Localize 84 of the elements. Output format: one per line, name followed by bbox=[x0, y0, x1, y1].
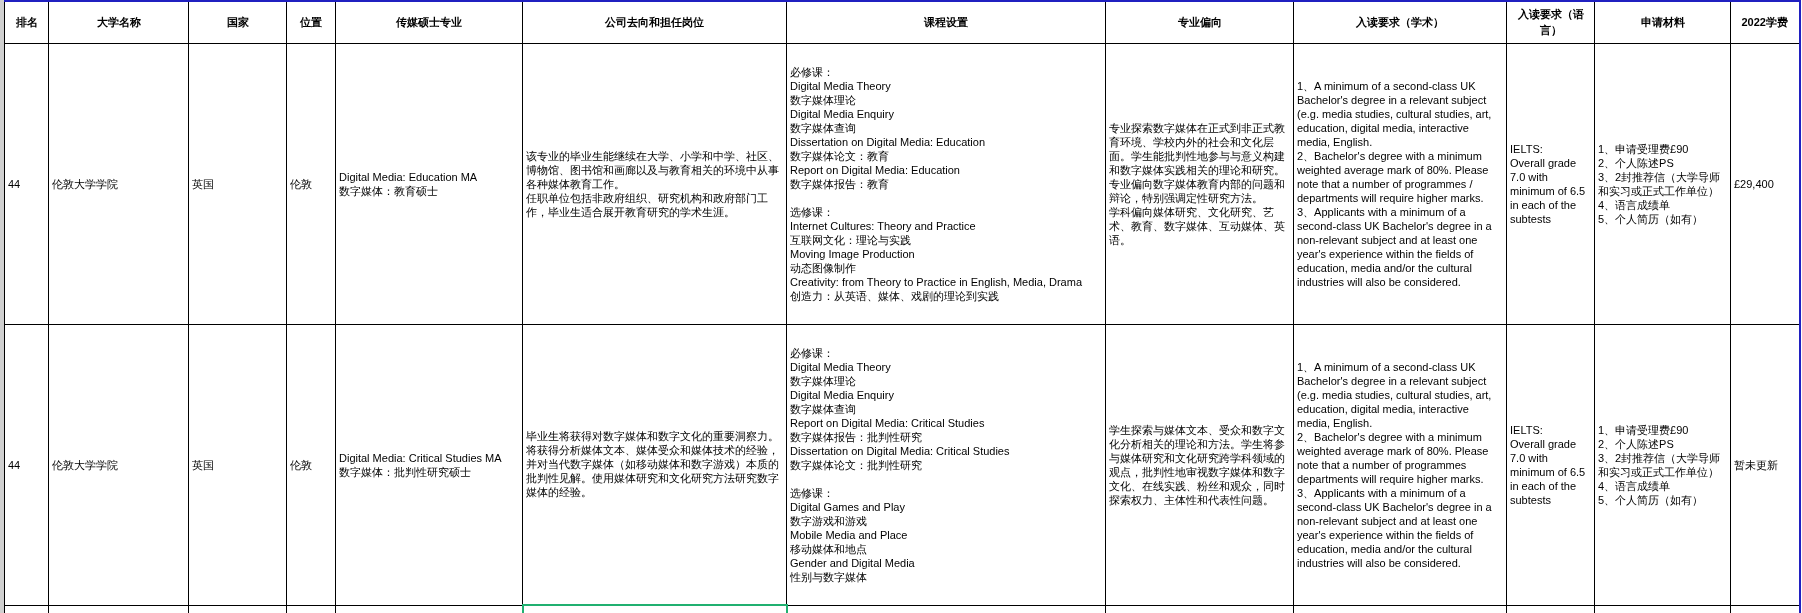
cell-text: 伦敦大学学院 bbox=[52, 457, 119, 472]
cell-text: 3、2封推荐信（大学导师和实习或正式工作单位） bbox=[1598, 169, 1722, 198]
cell-text: 任职单位包括非政府组织、研究机构和政府部门工作，毕业生适合展开教育研究的学术生涯。 bbox=[526, 190, 769, 219]
cell-text: 2、个人陈述PS bbox=[1598, 436, 1675, 451]
cell-text: 毕业生将获得对数字媒体和数字文化的重要洞察力。将获得分析媒体文本、媒体受众和媒体技术的经验，并对当代数字媒体（如移动媒体和数字游戏）本质的批判性见解。使用媒体研究和文化研究方法研究数字媒体的经验。 bbox=[526, 429, 780, 500]
cell-text: 必修课： bbox=[790, 64, 835, 79]
cell-text: Internet Cultures: Theory and Practice bbox=[790, 218, 977, 233]
cell-text: 数字媒体：批判性研究硕士 bbox=[339, 464, 472, 479]
cell-text: 学生探索与媒体文本、受众和数字文化分析相关的理论和方法。学生将参与媒体研究和文化研究跨学科领域的观点，批判性地审视数字媒体和数字文化、在线实践、粉丝和观众，同时探索权力、主体性和代表性问题。 bbox=[1109, 422, 1286, 507]
cell-text: 专业探索数字媒体在正式到非正式教育环境、学校内外的社会和文化层面。学生能批判性地参与与意义构建和数字媒体实践相关的理论和研究。 bbox=[1109, 120, 1286, 177]
cell-text: IELTS: bbox=[1510, 422, 1544, 437]
cell-text: 4、语言成绩单 bbox=[1598, 478, 1672, 493]
cell-text: Digital Games and Play bbox=[790, 499, 906, 514]
cell-text: 5、个人简历（如有） bbox=[1598, 492, 1705, 507]
column-header: 位置 bbox=[286, 1, 336, 43]
cell-text: Overall grade 7.0 with minimum of 6.5 in each of the subtests bbox=[1510, 155, 1587, 226]
column-header: 入读要求（学术） bbox=[1293, 1, 1507, 43]
cell-text: Report on Digital Media: Critical Studies bbox=[790, 415, 986, 430]
cell-text: Moving Image Production bbox=[790, 246, 916, 261]
cell-text: 英国 bbox=[192, 457, 215, 472]
cell-text: 选修课： bbox=[790, 485, 835, 500]
column-header: 国家 bbox=[188, 1, 287, 43]
cell-text: 3、2封推荐信（大学导师和实习或正式工作单位） bbox=[1598, 450, 1722, 479]
column-header: 传媒硕士专业 bbox=[335, 1, 523, 43]
cell-text: 伦敦 bbox=[290, 176, 313, 191]
cell-text: 数字媒体论文：教育 bbox=[790, 148, 890, 163]
cell-text: 数字媒体理论 bbox=[790, 92, 857, 107]
cell-text: 暂未更新 bbox=[1734, 457, 1779, 472]
cell-text: Digital Media: Critical Studies MA bbox=[339, 450, 503, 465]
cell-text: 4、语言成绩单 bbox=[1598, 197, 1672, 212]
cell-text: 专业偏向数字媒体教育内部的问题和辩论，特别强调定性研究方法。 bbox=[1109, 176, 1286, 205]
cell-text: IELTS: bbox=[1510, 141, 1544, 156]
cell-text: Digital Media Enquiry bbox=[790, 106, 895, 121]
cell-text: 必修课： bbox=[790, 345, 835, 360]
cell-text: 选修课： bbox=[790, 204, 835, 219]
cell-text: 2、Bachelor's degree with a minimum weighted average mark of 80%. Please note that a number of programmes departments will require higher marks. bbox=[1297, 429, 1490, 486]
cell-text: 数字游戏和游戏 bbox=[790, 513, 868, 528]
cell-text: 数字媒体报告：教育 bbox=[790, 176, 890, 191]
cell-text: 数字媒体查询 bbox=[790, 401, 857, 416]
cell-text: £29,400 bbox=[1734, 176, 1775, 191]
cell-text: 数字媒体理论 bbox=[790, 373, 857, 388]
cell-text: 数字媒体：教育硕士 bbox=[339, 183, 439, 198]
cell-text: 1、A minimum of a second-class UK Bachelor's degree in a relevant subject (e.g. media studies, cultural studies, art, education, digital media, interactive media, English. bbox=[1297, 78, 1493, 149]
cell-text: Digital Media Enquiry bbox=[790, 387, 895, 402]
cell-text: 3、Applicants with a minimum of a second-class UK Bachelor's degree in a non-relevant subject and at least one year's experience within the fields of education, media and/or the cultural industries will also be considered. bbox=[1297, 485, 1493, 570]
column-header: 入读要求（语言） bbox=[1506, 1, 1595, 43]
cell-text: 动态图像制作 bbox=[790, 260, 857, 275]
cell-text: Dissertation on Digital Media: Education bbox=[790, 134, 987, 149]
cell-text: 性别与数字媒体 bbox=[790, 569, 868, 584]
column-header: 专业偏向 bbox=[1105, 1, 1294, 43]
cell-text: 1、A minimum of a second-class UK Bachelor's degree in a relevant subject (e.g. media studies, cultural studies, art, education, digital media, interactive media, English. bbox=[1297, 359, 1493, 430]
cell-text: Overall grade 7.0 with minimum of 6.5 in each of the subtests bbox=[1510, 436, 1587, 507]
column-header: 大学名称 bbox=[48, 1, 189, 43]
cell-text: 伦敦 bbox=[290, 457, 313, 472]
cell-text: 学科偏向媒体研究、文化研究、艺术、教育、数字媒体、互动媒体、英语。 bbox=[1109, 204, 1286, 247]
cell-text: 英国 bbox=[192, 176, 215, 191]
cell-text: 2、Bachelor's degree with a minimum weighted average mark of 80%. Please note that a number of programmes / departments will require higher marks. bbox=[1297, 148, 1490, 205]
cell-text: Digital Media Theory bbox=[790, 78, 892, 93]
cell-text: 创造力：从英语、媒体、戏剧的理论到实践 bbox=[790, 288, 1000, 303]
cell-text: Mobile Media and Place bbox=[790, 527, 909, 542]
cell-text: 移动媒体和地点 bbox=[790, 541, 868, 556]
cell-text: 5、个人简历（如有） bbox=[1598, 211, 1705, 226]
cell-text: Digital Media: Education MA bbox=[339, 169, 479, 184]
cell-text: 数字媒体论文：批判性研究 bbox=[790, 457, 923, 472]
column-header: 公司去向和担任岗位 bbox=[522, 1, 787, 43]
cell-text: 2、个人陈述PS bbox=[1598, 155, 1675, 170]
cell-text: Digital Media Theory bbox=[790, 359, 892, 374]
cell-text: 1、申请受理费£90 bbox=[1598, 141, 1690, 156]
column-header: 排名 bbox=[4, 1, 49, 43]
cell-text: 3、Applicants with a minimum of a second-class UK Bachelor's degree in a non-relevant subject and at least one year's experience within the fields of education, media and/or the cultural industries will also be considered. bbox=[1297, 204, 1493, 289]
cell-text: 数字媒体报告：批判性研究 bbox=[790, 429, 923, 444]
column-header: 申请材料 bbox=[1594, 1, 1731, 43]
cell-text: 伦敦大学学院 bbox=[52, 176, 119, 191]
cell-text: Creativity: from Theory to Practice in English, Media, Drama bbox=[790, 274, 1083, 289]
cell-text: 该专业的毕业生能继续在大学、小学和中学、社区、博物馆、图书馆和画廊以及与教育相关的环境中从事各种媒体教育工作。 bbox=[526, 148, 780, 191]
cell-text: Gender and Digital Media bbox=[790, 555, 916, 570]
cell-text: 44 bbox=[8, 176, 22, 191]
column-header: 课程设置 bbox=[786, 1, 1106, 43]
cell-text: 互联网文化：理论与实践 bbox=[790, 232, 912, 247]
cell-text: 1、申请受理费£90 bbox=[1598, 422, 1690, 437]
cell-text: 数字媒体查询 bbox=[790, 120, 857, 135]
cell-text: 44 bbox=[8, 457, 22, 472]
cell-text: Dissertation on Digital Media: Critical Studies bbox=[790, 443, 1011, 458]
cell-text: Report on Digital Media: Education bbox=[790, 162, 961, 177]
